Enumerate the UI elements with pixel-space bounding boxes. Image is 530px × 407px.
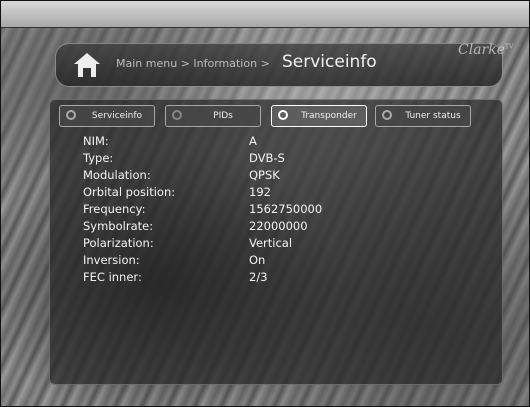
screen: Main menu > Information > Serviceinfo Cl… bbox=[0, 0, 530, 407]
tab-label: Serviceinfo bbox=[91, 111, 143, 121]
radio-dot-icon bbox=[278, 110, 288, 120]
info-key: Symbolrate: bbox=[83, 219, 154, 233]
window-top-bar bbox=[1, 1, 529, 28]
info-value: Vertical bbox=[249, 236, 293, 250]
info-key: Orbital position: bbox=[83, 185, 176, 199]
tab-tuner-status[interactable]: Tuner status bbox=[375, 105, 471, 127]
tab-serviceinfo[interactable]: Serviceinfo bbox=[59, 105, 155, 127]
info-value: QPSK bbox=[249, 168, 280, 182]
info-key: Frequency: bbox=[83, 202, 146, 216]
info-key: Modulation: bbox=[83, 168, 151, 182]
brand-logo: ClarkeTV bbox=[458, 42, 514, 58]
info-value: On bbox=[249, 253, 266, 267]
page-title: Serviceinfo bbox=[282, 52, 377, 72]
tab-label: PIDs bbox=[213, 111, 233, 121]
info-key: Polarization: bbox=[83, 236, 154, 250]
info-value: 22000000 bbox=[249, 219, 308, 233]
info-key: Type: bbox=[83, 151, 114, 165]
tab-label: Transponder bbox=[301, 111, 357, 121]
tab-transponder[interactable]: Transponder bbox=[271, 105, 367, 127]
info-value: 1562750000 bbox=[249, 202, 323, 216]
breadcrumb: Main menu > Information > bbox=[116, 57, 270, 70]
radio-dot-icon bbox=[172, 110, 182, 120]
radio-dot-icon bbox=[382, 110, 392, 120]
info-value: 192 bbox=[249, 185, 271, 199]
info-value: 2/3 bbox=[249, 270, 268, 284]
radio-dot-icon bbox=[66, 110, 76, 120]
info-key: Inversion: bbox=[83, 253, 140, 267]
tab-pids[interactable]: PIDs bbox=[165, 105, 261, 127]
info-key: NIM: bbox=[83, 134, 109, 148]
info-value: DVB-S bbox=[249, 151, 285, 165]
header-bar: Main menu > Information > Serviceinfo Cl… bbox=[55, 42, 513, 87]
info-value: A bbox=[249, 134, 257, 148]
home-icon[interactable] bbox=[72, 50, 102, 80]
tab-label: Tuner status bbox=[405, 111, 461, 121]
info-key: FEC inner: bbox=[83, 270, 142, 284]
